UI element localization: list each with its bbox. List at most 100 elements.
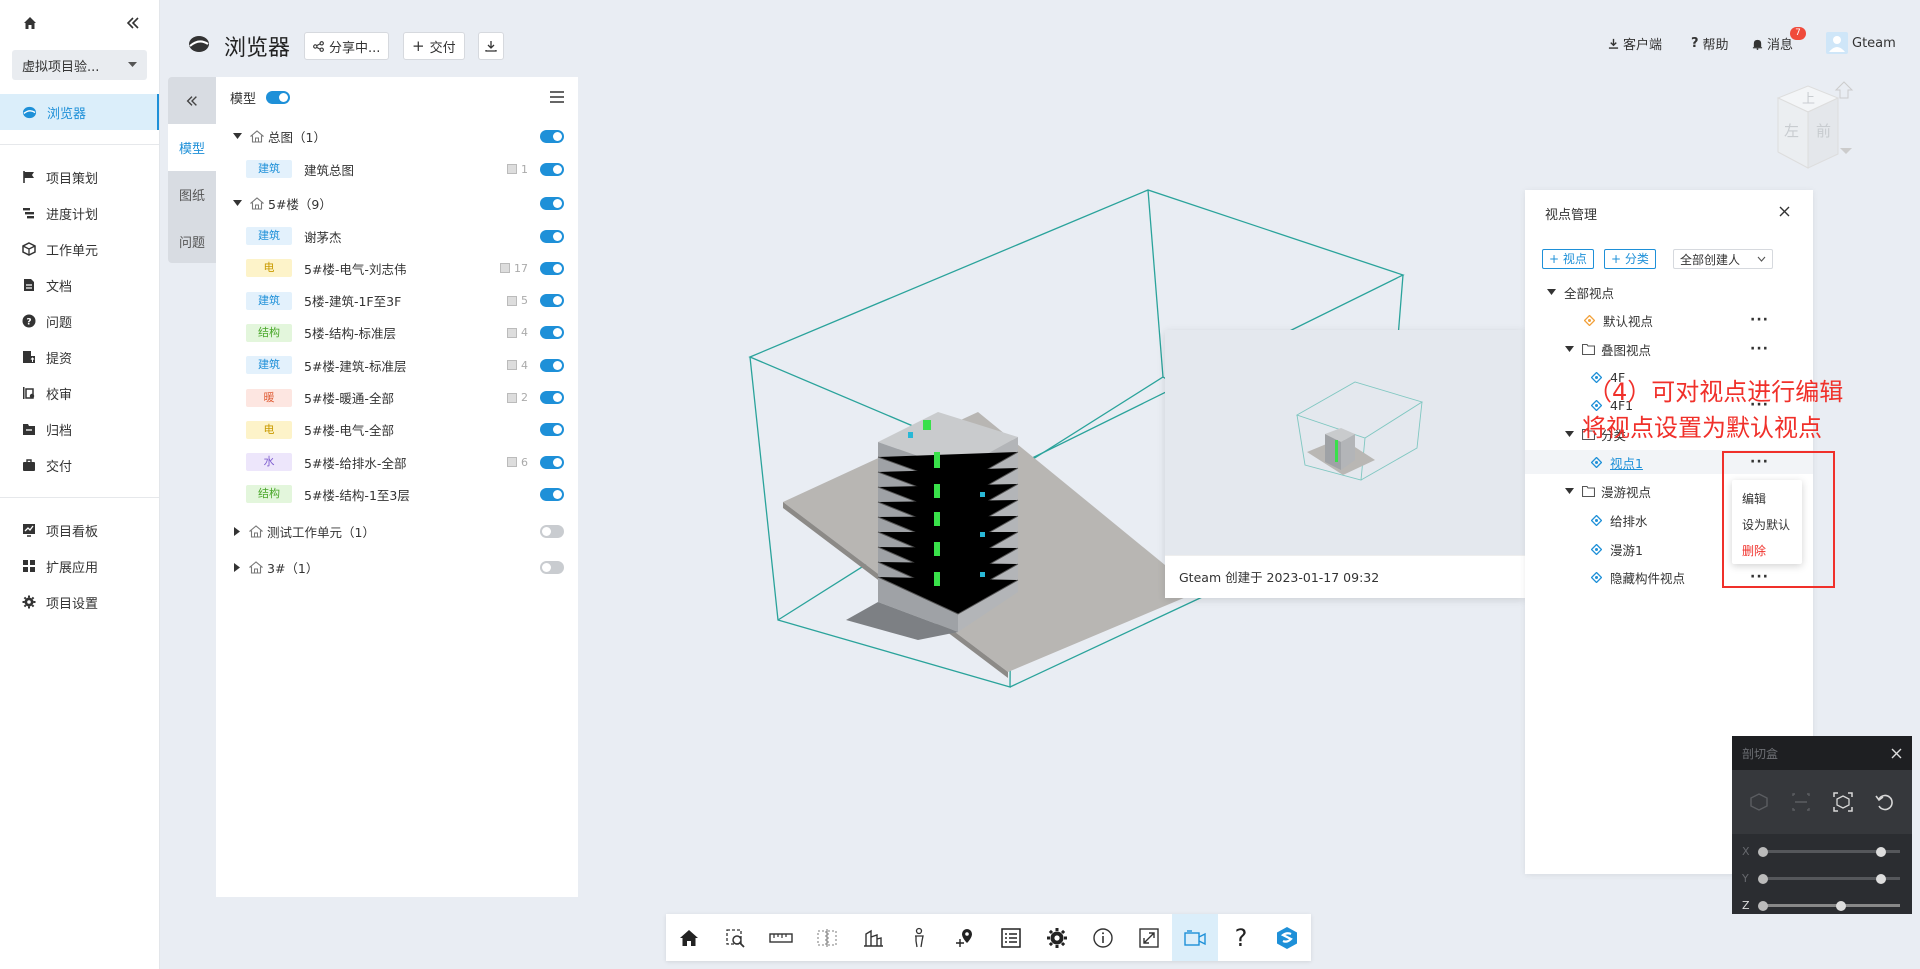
logo-button[interactable] (1264, 914, 1310, 961)
model-row[interactable]: 建筑 5楼-建筑-1F至3F 5 (216, 288, 578, 314)
group-visibility-toggle[interactable] (540, 560, 564, 574)
tab-model[interactable]: 模型 (168, 124, 216, 171)
location-button[interactable] (942, 914, 988, 961)
viewpoint-row[interactable]: 默认视点 ··· (1525, 308, 1813, 332)
sidebar-item-submit[interactable]: 提资 (0, 339, 159, 375)
sidebar-item-schedule[interactable]: 进度计划 (0, 195, 159, 231)
model-visibility-toggle[interactable] (540, 358, 564, 372)
caret-down-icon[interactable] (233, 199, 242, 207)
home-button[interactable] (666, 914, 712, 961)
slider-max-handle[interactable] (1836, 900, 1846, 911)
group-visibility-toggle[interactable] (540, 524, 564, 538)
model-row[interactable]: 建筑 5#楼-建筑-标准层 4 (216, 352, 578, 378)
settings-button[interactable] (1034, 914, 1080, 961)
model-visibility-toggle[interactable] (540, 162, 564, 176)
model-visibility-toggle[interactable] (540, 391, 564, 404)
tab-issues[interactable]: 问题 (168, 218, 216, 265)
model-visibility-toggle[interactable] (540, 261, 564, 275)
model-visibility-toggle[interactable] (540, 487, 564, 501)
model-row[interactable]: 电 5#楼-电气-全部 (216, 417, 578, 443)
client-link[interactable]: 客户端 (1608, 34, 1662, 53)
sidebar-item-archive[interactable]: 归档 (0, 411, 159, 447)
fit-box-icon[interactable] (1832, 791, 1854, 813)
sidebar-item-work-unit[interactable]: 工作单元 (0, 231, 159, 267)
section-box-icon[interactable] (1748, 791, 1770, 813)
slider-min-handle[interactable] (1758, 900, 1768, 911)
caret-down-icon[interactable] (1565, 487, 1574, 495)
model-row[interactable]: 建筑 建筑总图 1 (216, 156, 578, 182)
add-category-button[interactable]: + 分类 (1604, 249, 1656, 269)
collapse-panel-button[interactable] (168, 77, 216, 124)
download-button[interactable] (478, 32, 504, 60)
home-icon[interactable] (22, 15, 38, 31)
share-button[interactable]: 分享中... (304, 32, 390, 60)
caret-right-icon[interactable] (234, 562, 241, 572)
sidebar-item-dashboard[interactable]: 项目看板 (0, 512, 159, 548)
caret-down-icon[interactable] (1565, 345, 1574, 353)
creator-filter-select[interactable]: 全部创建人 (1673, 249, 1773, 269)
zoom-box-button[interactable] (712, 914, 758, 961)
reset-icon[interactable] (1874, 791, 1896, 813)
user-menu[interactable]: Gteam (1826, 32, 1896, 54)
section-button[interactable] (804, 914, 850, 961)
slider-max-handle[interactable] (1876, 873, 1886, 884)
section-plane-icon[interactable] (1790, 791, 1812, 813)
close-icon[interactable] (1891, 748, 1902, 759)
sidebar-item-apps[interactable]: 扩展应用 (0, 548, 159, 584)
walk-mode-button[interactable] (896, 914, 942, 961)
nav-cube[interactable]: 上 左 前 (1748, 78, 1858, 178)
slider-min-handle[interactable] (1758, 846, 1768, 857)
slider-max-handle[interactable] (1876, 846, 1886, 857)
sidebar-item-deliver[interactable]: 交付 (0, 447, 159, 483)
folder-row[interactable]: 叠图视点 ··· (1525, 337, 1813, 361)
info-button[interactable] (1080, 914, 1126, 961)
project-selector[interactable]: 虚拟项目验... (12, 50, 147, 80)
model-row[interactable]: 暖 5#楼-暖通-全部 2 (216, 385, 578, 411)
model-group-row[interactable]: 总图（1） (216, 123, 578, 149)
structure-button[interactable] (850, 914, 896, 961)
add-viewpoint-button[interactable]: + 视点 (1542, 249, 1594, 269)
tab-drawings[interactable]: 图纸 (168, 171, 216, 218)
group-visibility-toggle[interactable] (540, 129, 564, 143)
model-visibility-toggle[interactable] (540, 423, 564, 437)
model-row[interactable]: 建筑 谢茅杰 (216, 223, 578, 249)
group-visibility-toggle[interactable] (540, 196, 564, 210)
sidebar-item-docs[interactable]: 文档 (0, 267, 159, 303)
model-group-row[interactable]: 5#楼（9） (216, 190, 578, 216)
menu-icon[interactable] (550, 91, 564, 103)
caret-down-icon[interactable] (233, 132, 242, 140)
collapse-sidebar-icon[interactable] (125, 15, 141, 31)
model-master-toggle[interactable] (266, 90, 291, 104)
sidebar-item-issues[interactable]: ? 问题 (0, 303, 159, 339)
tree-root[interactable]: 全部视点 (1525, 280, 1813, 304)
model-visibility-toggle[interactable] (540, 229, 564, 243)
fullscreen-button[interactable] (1126, 914, 1172, 961)
help-button[interactable]: ? (1218, 914, 1264, 961)
sidebar-item-browser[interactable]: 浏览器 (0, 94, 159, 130)
deliver-button[interactable]: + 交付 (403, 32, 465, 60)
model-row[interactable]: 电 5#楼-电气-刘志伟 17 (216, 255, 578, 281)
help-link[interactable]: ? 帮助 (1691, 34, 1729, 53)
model-visibility-toggle[interactable] (540, 455, 564, 469)
slider-min-handle[interactable] (1758, 873, 1768, 884)
viewpoint-camera-button[interactable] (1172, 914, 1218, 961)
caret-down-icon[interactable] (1547, 288, 1556, 296)
messages-link[interactable]: 消息 7 (1752, 27, 1806, 53)
more-options-icon[interactable]: ··· (1750, 341, 1769, 357)
more-options-icon[interactable]: ··· (1750, 312, 1769, 328)
caret-right-icon[interactable] (234, 526, 241, 536)
close-icon[interactable] (1779, 206, 1790, 217)
model-row[interactable]: 结构 5楼-结构-标准层 4 (216, 320, 578, 346)
sidebar-item-planning[interactable]: 项目策划 (0, 159, 159, 195)
model-row[interactable]: 水 5#楼-给排水-全部 6 (216, 449, 578, 475)
model-visibility-toggle[interactable] (540, 326, 564, 340)
caret-down-icon[interactable] (1565, 430, 1574, 438)
model-row[interactable]: 结构 5#楼-结构-1至3层 (216, 481, 578, 507)
measure-button[interactable] (758, 914, 804, 961)
sidebar-item-review[interactable]: 校审 (0, 375, 159, 411)
model-group-row[interactable]: 测试工作单元（1） (216, 518, 578, 544)
model-group-row[interactable]: 3#（1） (216, 554, 578, 580)
sidebar-item-settings[interactable]: 项目设置 (0, 584, 159, 620)
model-visibility-toggle[interactable] (540, 294, 564, 308)
properties-list-button[interactable] (988, 914, 1034, 961)
